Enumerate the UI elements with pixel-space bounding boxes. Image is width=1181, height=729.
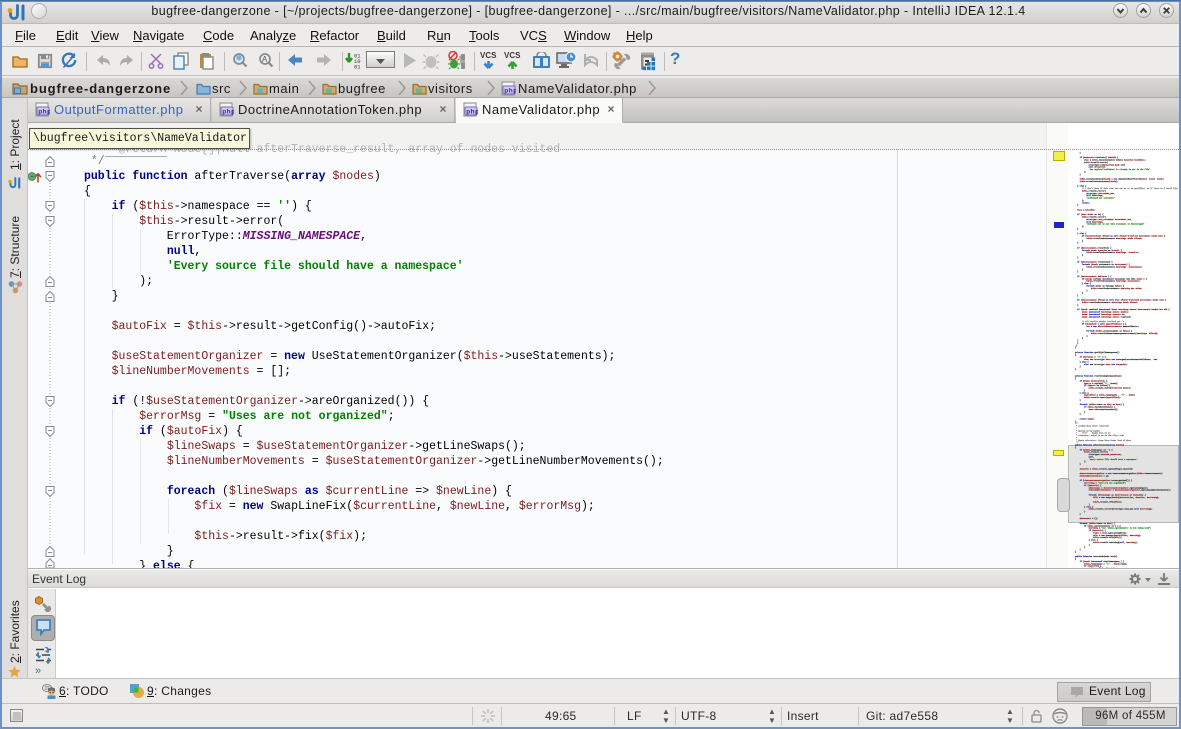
svg-text:A: A xyxy=(262,55,268,64)
svg-text:php: php xyxy=(38,109,50,116)
svg-text:php: php xyxy=(222,109,234,116)
svg-text:php: php xyxy=(466,109,478,116)
svg-text:VCS: VCS xyxy=(480,51,497,60)
svg-text:01: 01 xyxy=(354,64,361,71)
svg-text:VCS: VCS xyxy=(504,51,521,60)
svg-text:php: php xyxy=(504,88,516,95)
